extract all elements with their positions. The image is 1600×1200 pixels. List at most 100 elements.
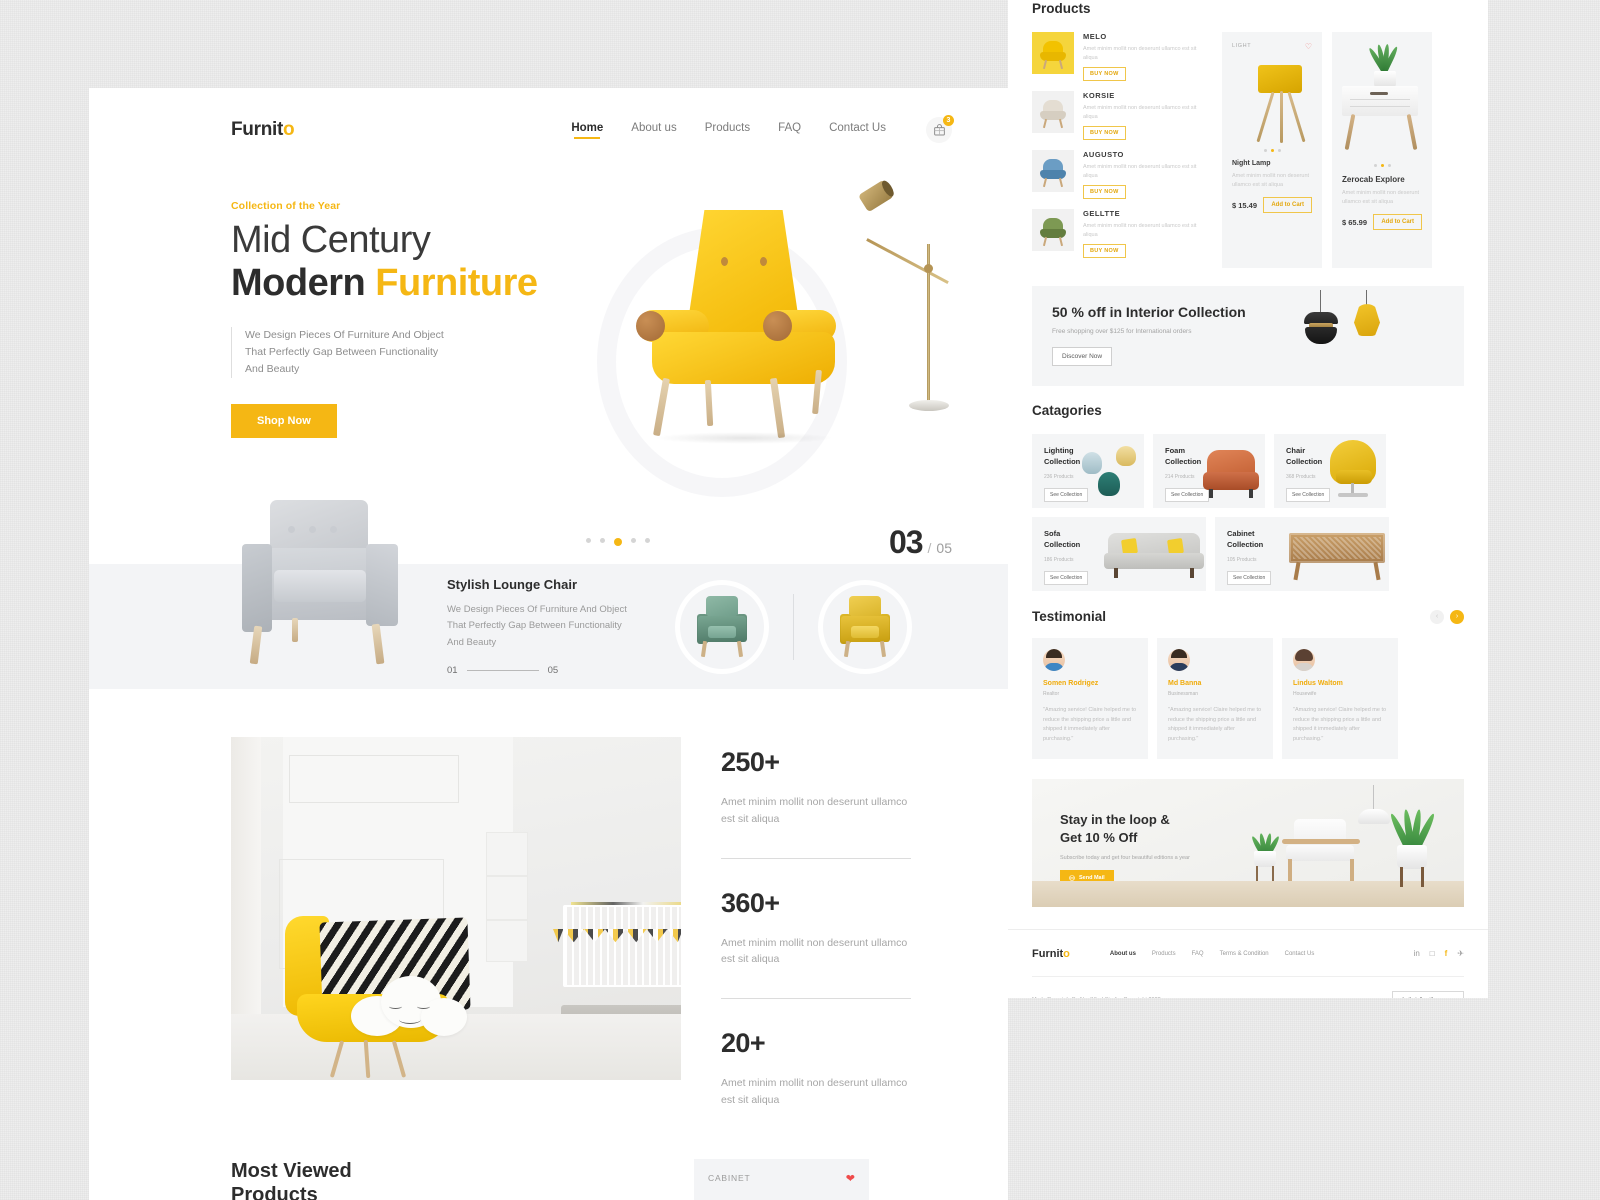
categories-heading-plain: Catago bbox=[1032, 403, 1078, 419]
cart-button[interactable]: 3 bbox=[926, 115, 954, 143]
nav-item-about-us[interactable]: About us bbox=[631, 122, 676, 139]
lounge-thumb-yellow[interactable] bbox=[818, 579, 912, 674]
category-card-sofa[interactable]: Sofa Collection 186 Products See Collecti… bbox=[1032, 517, 1206, 592]
carousel-dot-1[interactable] bbox=[586, 538, 591, 543]
avatar bbox=[1293, 649, 1315, 672]
category-card-lighting[interactable]: Lighting Collection 236 Products See Coll… bbox=[1032, 434, 1144, 509]
instagram-icon[interactable]: □ bbox=[1430, 949, 1435, 958]
product-name: MELO bbox=[1083, 32, 1107, 41]
lets-talk-button[interactable]: Let's talk with us → bbox=[1392, 990, 1464, 998]
add-to-cart-button[interactable]: Add to Cart bbox=[1373, 214, 1422, 231]
see-collection-button[interactable]: See Collection bbox=[1286, 487, 1331, 502]
carousel-dots[interactable] bbox=[586, 538, 650, 546]
dot-3[interactable] bbox=[1387, 164, 1391, 167]
category-count: 186 Products bbox=[1044, 556, 1074, 563]
product-row-augusto[interactable]: AUGUSTO Amet minim mollit non deserunt u… bbox=[1032, 150, 1212, 200]
category-count: 368 Products bbox=[1286, 473, 1316, 480]
see-collection-button[interactable]: See Collection bbox=[1044, 570, 1089, 585]
add-to-cart-button[interactable]: Add to Cart bbox=[1263, 197, 1312, 214]
nursery-room-photo bbox=[231, 737, 681, 1080]
testimonial-quote: "Amazing service! Claire helped me to re… bbox=[1168, 707, 1262, 742]
carousel-dot-3-active[interactable] bbox=[614, 538, 622, 546]
shop-now-button[interactable]: Shop Now bbox=[231, 403, 337, 438]
product-info: MELO Amet minim mollit non deserunt ulla… bbox=[1083, 32, 1212, 82]
stat-number: 250+ bbox=[721, 747, 780, 777]
discover-now-button[interactable]: Discover Now bbox=[1052, 347, 1113, 367]
carousel-dot-5[interactable] bbox=[645, 538, 650, 543]
night-lamp-image bbox=[1232, 55, 1312, 145]
dot-1[interactable] bbox=[1373, 164, 1377, 167]
dot-3[interactable] bbox=[1277, 149, 1281, 152]
category-card-chair[interactable]: Chair Collection 368 Products See Collect… bbox=[1274, 434, 1386, 509]
newsletter-section: Stay in the loop & Get 10 % Off Subscrib… bbox=[1008, 759, 1488, 907]
footer-link-contact-us[interactable]: Contact Us bbox=[1285, 951, 1315, 957]
next-arrow-icon[interactable]: › bbox=[1450, 609, 1464, 624]
products-section: MELO Amet minim mollit non deserunt ulla… bbox=[1008, 18, 1488, 286]
stat-text: Amet minim mollit non deserunt ullamco e… bbox=[721, 1077, 908, 1106]
dot-2-active[interactable] bbox=[1270, 149, 1274, 152]
newsletter-copy: Stay in the loop & Get 10 % Off Subscrib… bbox=[1060, 811, 1250, 886]
newsletter-title: Stay in the loop & Get 10 % Off bbox=[1060, 811, 1250, 847]
category-count: 236 Products bbox=[1044, 473, 1074, 480]
stat-number: 360+ bbox=[721, 887, 780, 918]
cart-badge: 3 bbox=[943, 115, 954, 126]
newsletter-title-line1: Stay in the loop & bbox=[1060, 811, 1170, 827]
dot-1[interactable] bbox=[1263, 149, 1267, 152]
hero-copy: Collection of the Year Mid Century Moder… bbox=[231, 186, 561, 512]
products-heading-wrap: Products bbox=[1008, 0, 1488, 18]
category-card-cabinet[interactable]: Cabinet Collection 105 Products See Colle… bbox=[1215, 517, 1389, 592]
carousel-dot-4[interactable] bbox=[631, 538, 636, 543]
linkedin-icon[interactable]: in bbox=[1414, 949, 1420, 958]
category-title: Cabinet Collection bbox=[1227, 529, 1264, 549]
lamp-price: $ 15.49 bbox=[1232, 200, 1258, 210]
product-row-korsie[interactable]: KORSIE Amet minim mollit non deserunt ul… bbox=[1032, 91, 1212, 141]
brand-logo[interactable]: Furnito bbox=[231, 119, 295, 141]
lounge-thumbnails bbox=[675, 579, 912, 674]
lounge-text: We Design Pieces Of Furniture And Object… bbox=[447, 604, 627, 648]
night-lamp-card[interactable]: LIGHT ♡ Night Lamp Amet minim mollit non… bbox=[1222, 32, 1322, 269]
testimonial-card-3: Lindus Waltom Housewife "Amazing service… bbox=[1282, 638, 1398, 759]
category-card-foam[interactable]: Foam Collection 214 Products See Collecti… bbox=[1153, 434, 1265, 509]
footer-link-faq[interactable]: FAQ bbox=[1192, 951, 1204, 957]
stat-divider bbox=[721, 998, 911, 1000]
lounge-progress-bar[interactable] bbox=[466, 669, 539, 671]
lets-talk-label: Let's talk with us bbox=[1402, 997, 1442, 998]
lamp-card-dots[interactable] bbox=[1232, 149, 1312, 152]
prev-arrow-icon[interactable]: ‹ bbox=[1430, 609, 1444, 624]
carousel-dot-2[interactable] bbox=[600, 538, 605, 543]
category-title: Lighting Collection bbox=[1044, 446, 1081, 466]
zerocab-card-dots[interactable] bbox=[1332, 164, 1432, 167]
twitter-icon[interactable]: ✈ bbox=[1457, 949, 1464, 958]
buy-now-button[interactable]: BUY NOW bbox=[1083, 244, 1126, 259]
favorite-heart-icon[interactable]: ❤ bbox=[846, 1172, 855, 1185]
buy-now-button[interactable]: BUY NOW bbox=[1083, 185, 1126, 200]
send-mail-label: Send Mail bbox=[1079, 874, 1105, 881]
most-viewed-section: Most Viewed Products MELO Amet minim mol… bbox=[89, 1109, 1008, 1200]
most-viewed-title-line1: Most Viewed bbox=[231, 1159, 352, 1182]
nav-item-contact-us[interactable]: Contact Us bbox=[829, 122, 886, 139]
see-collection-button[interactable]: See Collection bbox=[1165, 487, 1210, 502]
product-list: MELO Amet minim mollit non deserunt ulla… bbox=[1032, 32, 1212, 268]
hero-eyebrow: Collection of the Year bbox=[231, 200, 341, 212]
product-row-melo[interactable]: MELO Amet minim mollit non deserunt ulla… bbox=[1032, 32, 1212, 82]
nav-item-home[interactable]: Home bbox=[571, 122, 603, 139]
favorite-heart-outline-icon[interactable]: ♡ bbox=[1305, 42, 1312, 51]
testimonial-heading-highlight: nial bbox=[1082, 609, 1107, 625]
zerocab-card[interactable]: Zerocab Explore Amet minim mollit non de… bbox=[1332, 32, 1432, 269]
buy-now-button[interactable]: BUY NOW bbox=[1083, 67, 1126, 82]
footer-brand-logo[interactable]: Furnito bbox=[1032, 948, 1070, 960]
cabinet-product-card[interactable]: CABINET ❤ bbox=[694, 1158, 869, 1200]
footer-link-terms[interactable]: Terms & Condition bbox=[1220, 951, 1269, 957]
dot-2-active[interactable] bbox=[1380, 164, 1384, 167]
buy-now-button[interactable]: BUY NOW bbox=[1083, 126, 1126, 141]
nav-item-faq[interactable]: FAQ bbox=[778, 122, 801, 139]
see-collection-button[interactable]: See Collection bbox=[1044, 487, 1089, 502]
product-row-gelltte[interactable]: GELLTTE Amet minim mollit non deserunt u… bbox=[1032, 209, 1212, 259]
lounge-thumb-green[interactable] bbox=[675, 579, 769, 674]
footer-link-products[interactable]: Products bbox=[1152, 951, 1176, 957]
nav-item-products[interactable]: Products bbox=[705, 122, 750, 139]
see-collection-button[interactable]: See Collection bbox=[1227, 570, 1272, 585]
facebook-icon[interactable]: f bbox=[1445, 949, 1448, 958]
product-desc: Amet minim mollit non deserunt ullamco e… bbox=[1083, 105, 1197, 120]
footer-link-about-us[interactable]: About us bbox=[1110, 951, 1136, 957]
